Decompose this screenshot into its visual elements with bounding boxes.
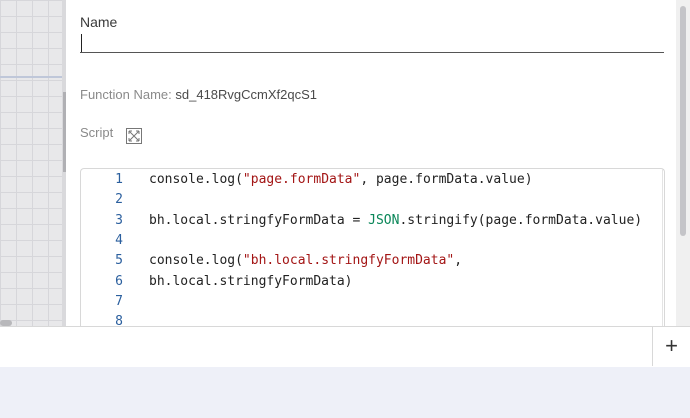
canvas-connector: [0, 76, 62, 78]
code-text: bh.local.stringfyFormData): [149, 272, 353, 292]
footer-area: [0, 367, 690, 418]
code-token: ,: [454, 253, 463, 269]
code-token: JSON: [368, 212, 400, 228]
add-button[interactable]: +: [653, 327, 690, 365]
text-caret: [81, 34, 82, 52]
code-line[interactable]: 8: [81, 312, 664, 327]
code-token: .stringify(page.formData.value): [399, 212, 643, 228]
code-token: console.log(: [149, 253, 243, 269]
code-token: console.log(: [149, 172, 243, 187]
code-token: "page.formData": [242, 172, 361, 187]
script-label: Script: [80, 125, 114, 140]
line-number: 4: [115, 232, 123, 248]
line-number: 1: [115, 172, 123, 187]
code-token: , page.formData.value): [360, 172, 533, 187]
code-token: bh.local.stringfyFormData): [149, 273, 353, 289]
line-number: 3: [115, 212, 123, 228]
code-line[interactable]: 4: [81, 231, 664, 251]
code-text: bh.local.stringfyFormData = JSON.stringi…: [149, 211, 642, 231]
code-line[interactable]: 3 bh.local.stringfyFormData = JSON.string…: [81, 211, 664, 231]
function-name-row: Function Name: sd_418RvgCcmXf2qcS1: [80, 87, 317, 102]
panel-scrollbar-thumb[interactable]: [680, 6, 686, 236]
code-line[interactable]: 7: [81, 292, 664, 312]
bottom-input-bar[interactable]: [0, 326, 690, 368]
line-number: 5: [115, 253, 123, 269]
code-token: bh.local.stringfyFormData =: [149, 212, 369, 228]
editor-scrollbar[interactable]: [662, 169, 663, 326]
code-token: "bh.local.stringfyFormData": [242, 253, 455, 269]
code-text: console.log("bh.local.stringfyFormData",: [149, 251, 462, 271]
line-number: 8: [115, 314, 123, 327]
code-editor[interactable]: 1 console.log("page.formData", page.formD…: [80, 168, 665, 327]
function-name-value: sd_418RvgCcmXf2qcS1: [175, 87, 318, 102]
line-number: 7: [115, 293, 123, 309]
code-line[interactable]: 2: [81, 190, 664, 210]
workflow-canvas[interactable]: [0, 0, 62, 326]
expand-icon[interactable]: [126, 128, 142, 144]
code-line[interactable]: 5 console.log("bh.local.stringfyFormData"…: [81, 251, 664, 271]
name-input[interactable]: [80, 32, 664, 53]
line-number: 2: [115, 192, 123, 208]
plus-icon: +: [665, 333, 678, 358]
code-line[interactable]: 1 console.log("page.formData", page.formD…: [81, 170, 664, 190]
function-name-label: Function Name:: [80, 87, 172, 102]
line-number: 6: [115, 273, 123, 289]
name-label: Name: [80, 14, 118, 30]
code-line[interactable]: 6 bh.local.stringfyFormData): [81, 272, 664, 292]
code-text: console.log("page.formData", page.formDa…: [149, 170, 533, 190]
